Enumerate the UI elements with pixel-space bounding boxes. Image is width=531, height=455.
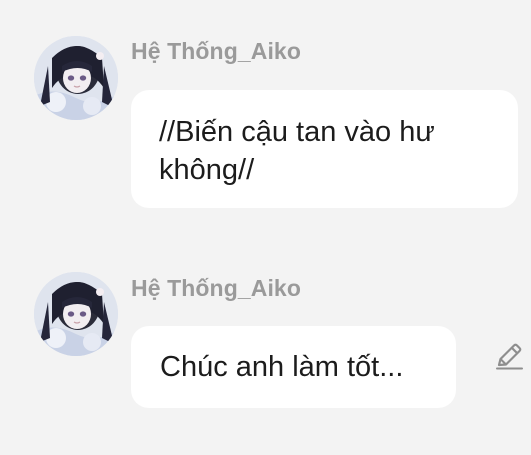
- pencil-icon[interactable]: [494, 341, 524, 371]
- avatar[interactable]: [34, 36, 118, 120]
- message-bubble[interactable]: Chúc anh làm tốt...: [131, 326, 456, 408]
- sender-name: Hệ Thống_Aiko: [131, 38, 301, 64]
- chat-message: Hệ Thống_Aiko Chúc anh làm tốt...: [0, 230, 531, 455]
- sender-name: Hệ Thống_Aiko: [131, 275, 301, 301]
- avatar[interactable]: [34, 272, 118, 356]
- chat-message: Hệ Thống_Aiko //Biến cậu tan vào hư khôn…: [0, 0, 531, 230]
- message-bubble[interactable]: //Biến cậu tan vào hư không//: [131, 90, 518, 208]
